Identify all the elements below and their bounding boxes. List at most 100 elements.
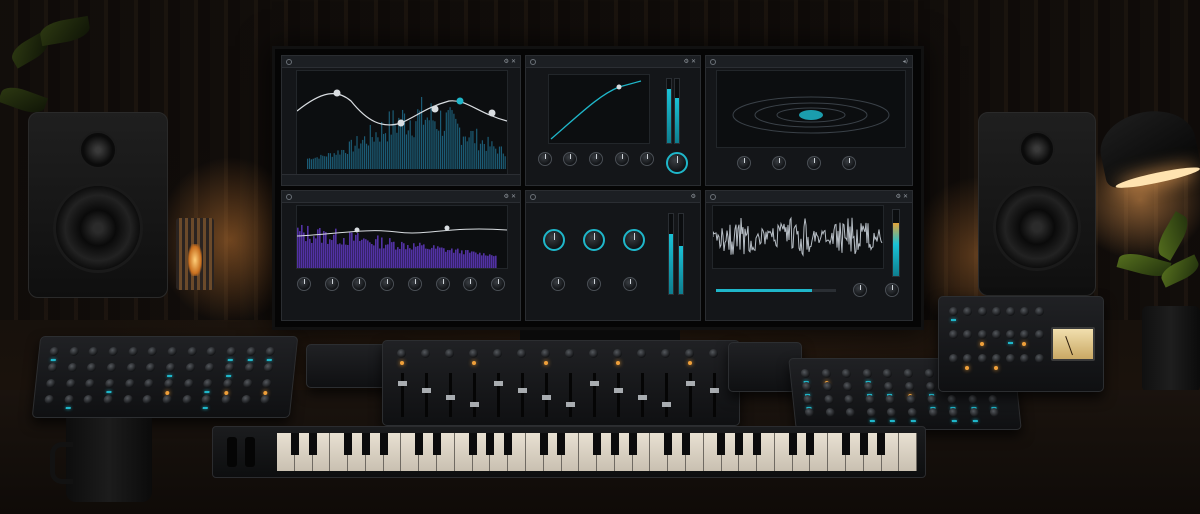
fader-cap[interactable] (398, 381, 407, 386)
hardware-knob[interactable] (263, 363, 274, 372)
hardware-knob[interactable] (1034, 307, 1044, 316)
black-key[interactable] (877, 433, 886, 455)
fader-cap[interactable] (566, 402, 575, 407)
hardware-knob[interactable] (186, 347, 197, 356)
hardware-knob[interactable] (904, 382, 915, 391)
settings-icon[interactable]: ⚙ ✕ (504, 56, 516, 68)
hardware-knob[interactable] (242, 379, 253, 388)
dynamics-plugin-panel[interactable]: ⚙ (525, 190, 701, 321)
hardware-knob[interactable] (67, 363, 78, 372)
hardware-knob[interactable] (800, 369, 811, 378)
black-key[interactable] (841, 433, 850, 455)
channel-knob[interactable] (565, 349, 574, 358)
band-knob[interactable] (296, 277, 311, 291)
band-knob[interactable] (380, 277, 395, 291)
hardware-knob[interactable] (1006, 353, 1016, 363)
hardware-knob[interactable] (262, 379, 273, 388)
black-key[interactable] (361, 433, 370, 455)
hardware-knob[interactable] (906, 395, 917, 404)
hardware-knob[interactable] (45, 379, 56, 388)
tone-knob[interactable] (583, 229, 605, 251)
center-mixer[interactable] (382, 340, 740, 426)
settings-icon[interactable]: ⚙ (691, 191, 696, 203)
hardware-knob[interactable] (923, 369, 934, 378)
hardware-knob[interactable] (963, 330, 973, 340)
output-knob[interactable] (666, 152, 689, 174)
black-key[interactable] (468, 433, 477, 455)
hardware-knob[interactable] (108, 347, 119, 356)
spectrum-plugin-panel[interactable]: ⚙ ✕ (281, 190, 521, 321)
channel-fader[interactable] (686, 373, 695, 417)
hardware-knob[interactable] (1006, 307, 1016, 316)
power-icon[interactable] (286, 59, 292, 65)
hardware-knob[interactable] (44, 395, 55, 404)
waveform-display[interactable] (712, 205, 884, 269)
level-knob[interactable] (623, 229, 645, 251)
hardware-knob[interactable] (145, 363, 156, 372)
hardware-knob[interactable] (63, 395, 74, 404)
black-key[interactable] (610, 433, 619, 455)
hardware-knob[interactable] (866, 408, 877, 417)
mod-wheel[interactable] (245, 437, 255, 467)
hardware-knob[interactable] (245, 347, 256, 356)
hardware-knob[interactable] (144, 379, 155, 388)
hardware-knob[interactable] (977, 353, 987, 363)
progress-track[interactable] (716, 289, 836, 292)
channel-fader[interactable] (566, 373, 575, 417)
hardware-knob[interactable] (926, 395, 937, 404)
hardware-knob[interactable] (142, 395, 153, 404)
channel-knob[interactable] (709, 349, 718, 358)
hardware-knob[interactable] (947, 395, 958, 404)
black-key[interactable] (735, 433, 744, 455)
width-knob[interactable] (736, 156, 751, 170)
mix-knob[interactable] (623, 277, 637, 291)
hardware-knob[interactable] (907, 408, 918, 417)
power-icon[interactable] (530, 59, 536, 65)
hardware-knob[interactable] (49, 347, 60, 356)
channel-fader[interactable] (590, 373, 599, 417)
hardware-knob[interactable] (68, 347, 79, 356)
spatial-visualizer[interactable] (716, 70, 906, 148)
hardware-knob[interactable] (801, 382, 812, 391)
hardware-knob[interactable] (967, 395, 978, 404)
eq-node[interactable] (431, 105, 439, 113)
hardware-knob[interactable] (844, 395, 855, 404)
hardware-knob[interactable] (1034, 353, 1044, 363)
eq-graph[interactable] (296, 70, 508, 176)
channel-knob[interactable] (397, 349, 406, 358)
hardware-knob[interactable] (86, 363, 97, 372)
hardware-knob[interactable] (1020, 353, 1030, 363)
hardware-knob[interactable] (1020, 307, 1030, 316)
black-key[interactable] (859, 433, 868, 455)
fader-cap[interactable] (518, 388, 527, 393)
hardware-knob[interactable] (106, 363, 117, 372)
hardware-knob[interactable] (988, 395, 999, 404)
hardware-knob[interactable] (85, 379, 96, 388)
threshold-knob[interactable] (537, 152, 552, 166)
black-key[interactable] (593, 433, 601, 455)
hardware-knob[interactable] (1006, 330, 1016, 340)
fader-cap[interactable] (422, 388, 431, 393)
hardware-knob[interactable] (206, 347, 217, 356)
settings-icon[interactable]: ⚙ ✕ (504, 191, 516, 203)
ratio-knob[interactable] (563, 152, 578, 166)
hardware-knob[interactable] (863, 382, 874, 391)
channel-fader[interactable] (422, 373, 431, 417)
speaker-icon[interactable]: ◂) (903, 56, 908, 68)
hardware-knob[interactable] (165, 363, 176, 372)
band-knob[interactable] (463, 277, 478, 291)
hardware-knob[interactable] (991, 330, 1001, 340)
hardware-knob[interactable] (864, 395, 875, 404)
hardware-knob[interactable] (903, 369, 914, 378)
hardware-knob[interactable] (969, 408, 980, 417)
hardware-knob[interactable] (1034, 330, 1044, 340)
attack-knob[interactable] (589, 152, 604, 166)
hardware-knob[interactable] (183, 379, 194, 388)
power-icon[interactable] (710, 194, 716, 200)
hardware-knob[interactable] (222, 379, 233, 388)
spatial-plugin-panel[interactable]: ◂) (705, 55, 913, 186)
channel-fader[interactable] (518, 373, 527, 417)
gain-knob[interactable] (853, 283, 867, 297)
black-key[interactable] (557, 433, 566, 455)
fader-cap[interactable] (590, 381, 599, 386)
